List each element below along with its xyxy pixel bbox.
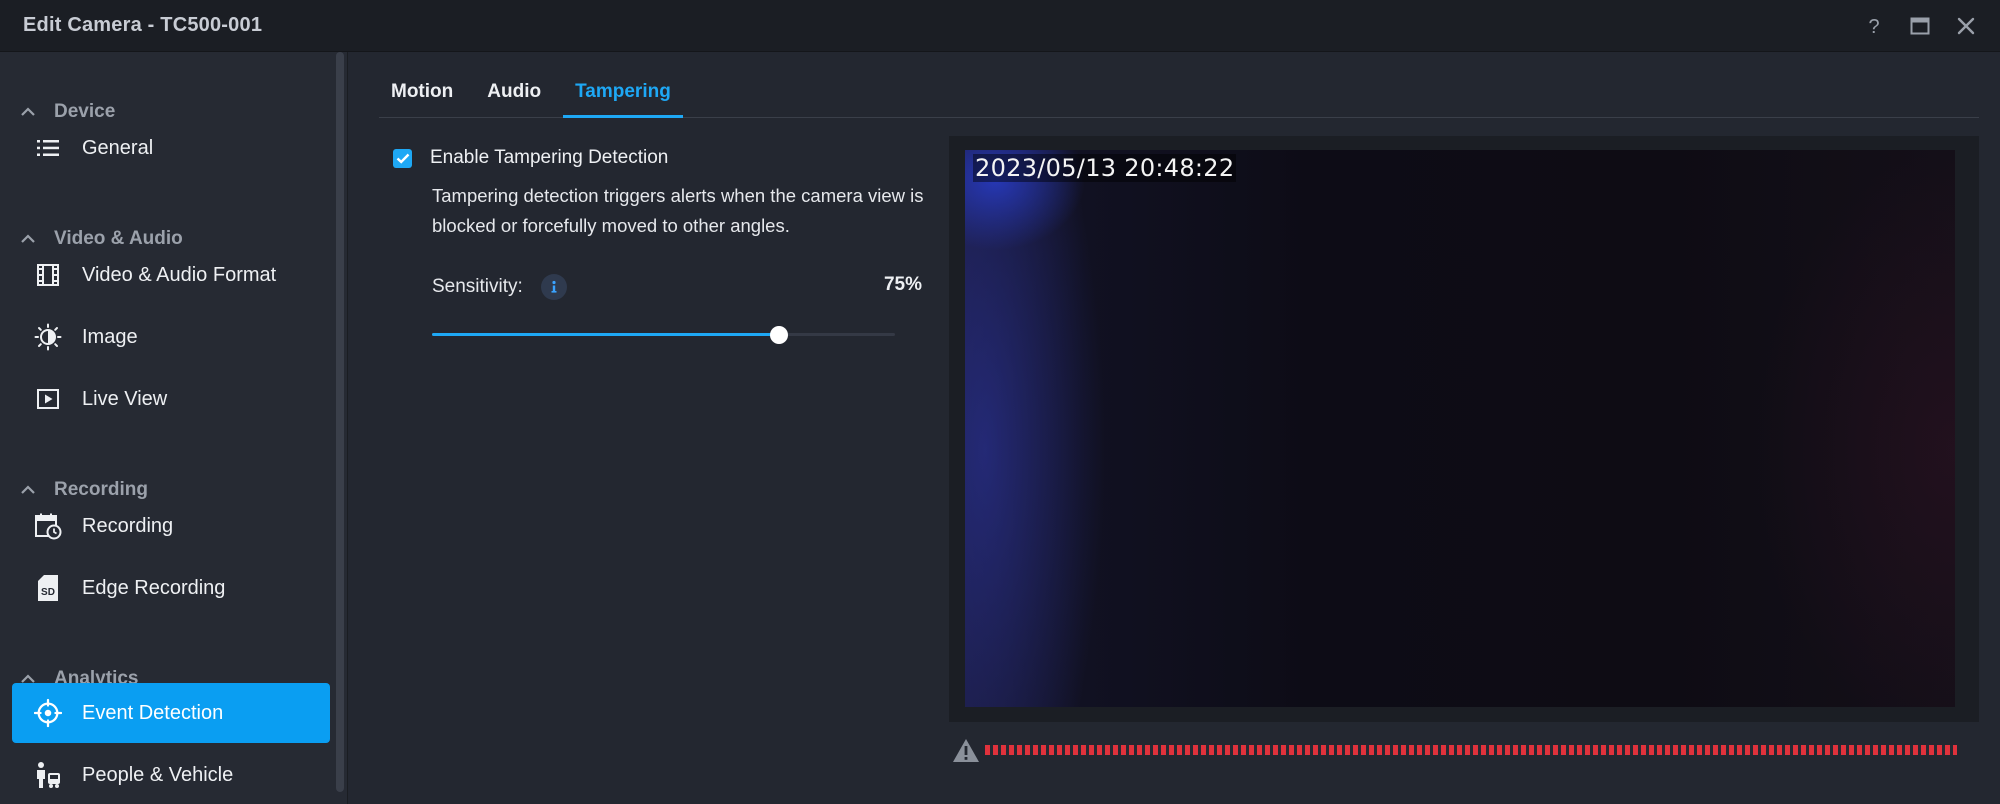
tampering-settings: Enable Tampering Detection Tampering det… (379, 137, 939, 777)
enable-tampering-label: Enable Tampering Detection (430, 147, 669, 168)
sensitivity-row: Sensitivity: 75% (432, 272, 922, 302)
people-vehicle-icon (34, 761, 62, 789)
video-timestamp: 2023/05/13 20:48:22 (973, 154, 1237, 182)
maximize-icon[interactable] (1900, 6, 1940, 46)
enable-tampering-checkbox[interactable] (393, 148, 412, 168)
sidebar-item-label: People & Vehicle (82, 763, 234, 786)
tab-bar: Motion Audio Tampering (379, 66, 1979, 118)
tab-tampering[interactable]: Tampering (563, 66, 683, 118)
enable-tampering-row[interactable]: Enable Tampering Detection (393, 147, 668, 169)
sidebar-scrollbar-thumb[interactable] (336, 52, 344, 792)
info-icon[interactable] (540, 274, 567, 300)
sd-card-icon: SD (34, 574, 62, 602)
sidebar-item-recording[interactable]: Recording (12, 496, 330, 556)
slider-thumb[interactable] (770, 326, 788, 344)
title-bar: Edit Camera - TC500-001 ? (0, 0, 2000, 52)
tampering-status-row (949, 736, 1979, 766)
sidebar-item-video-audio-format[interactable]: Video & Audio Format (12, 245, 330, 305)
sidebar-item-general[interactable]: General (12, 118, 330, 178)
sidebar-item-label: Event Detection (82, 701, 224, 724)
window-title: Edit Camera - TC500-001 (23, 14, 263, 36)
sidebar-item-label: Image (82, 325, 138, 348)
sidebar-item-label: General (82, 136, 154, 159)
sidebar-item-edge-recording[interactable]: SD Edge Recording (12, 558, 330, 618)
sensitivity-slider[interactable] (432, 323, 895, 347)
sidebar-item-image[interactable]: Image (12, 307, 330, 367)
sidebar-item-label: Edge Recording (82, 576, 226, 599)
svg-text:?: ? (1868, 16, 1879, 37)
film-icon (34, 261, 62, 289)
tampering-level-bar (985, 745, 1957, 755)
list-icon (34, 134, 62, 162)
sidebar-item-people-vehicle[interactable]: People & Vehicle (12, 745, 330, 804)
sidebar: Device General Video & Audio Video & Aud… (0, 52, 348, 804)
svg-text:SD: SD (41, 587, 55, 598)
crosshair-icon (34, 698, 62, 728)
close-icon[interactable] (1946, 6, 1986, 46)
help-icon[interactable]: ? (1854, 6, 1894, 46)
tampering-description: Tampering detection triggers alerts when… (432, 185, 924, 236)
main-panel: Motion Audio Tampering Enable Tampering … (349, 52, 2000, 804)
slider-fill (432, 333, 779, 336)
tab-audio[interactable]: Audio (475, 66, 553, 117)
sidebar-scrollbar[interactable] (336, 52, 344, 804)
sensitivity-value: 75% (883, 274, 922, 295)
sensitivity-label: Sensitivity: (432, 276, 523, 297)
brightness-icon (34, 323, 62, 351)
warning-icon (951, 737, 981, 765)
sidebar-item-label: Recording (82, 514, 174, 537)
window-controls: ? (1854, 0, 1986, 52)
live-video-feed: 2023/05/13 20:48:22 (965, 150, 1955, 707)
tab-motion[interactable]: Motion (379, 66, 465, 117)
sidebar-item-label: Video & Audio Format (82, 263, 277, 286)
camera-preview: 2023/05/13 20:48:22 (949, 136, 1979, 722)
sidebar-item-live-view[interactable]: Live View (12, 369, 330, 429)
play-icon (34, 385, 62, 413)
sidebar-item-event-detection[interactable]: Event Detection (12, 683, 330, 743)
calendar-clock-icon (34, 512, 62, 540)
sidebar-item-label: Live View (82, 387, 168, 410)
